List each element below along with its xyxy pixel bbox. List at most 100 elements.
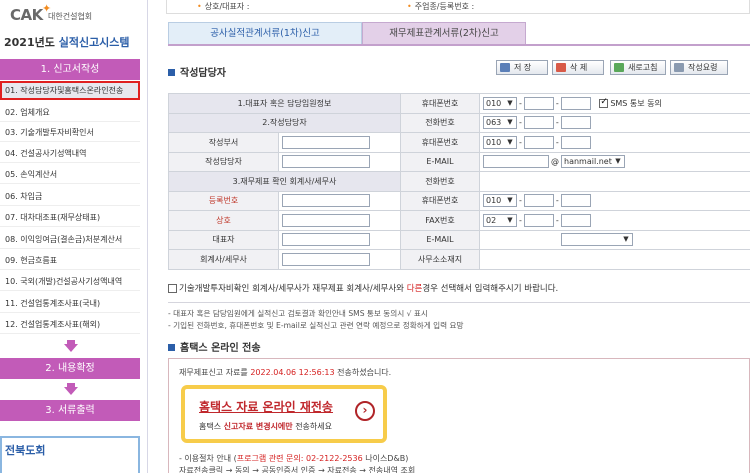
mobile2-mid-input[interactable] (523, 135, 554, 149)
bullet-icon: • (197, 2, 202, 11)
system-title-year: 2021년도 (4, 36, 55, 49)
step-arrow-down-icon (64, 387, 78, 395)
mobile-label: 휴대폰번호 (400, 93, 480, 114)
mobile-prefix-select[interactable]: 010 ▼ (483, 96, 517, 110)
email-id-input[interactable] (483, 155, 549, 169)
table-row: 상호 FAX번호 02 ▼ - - (168, 210, 750, 231)
email3-id-input[interactable] (483, 233, 549, 247)
tab-financial-report[interactable]: 재무제표관계서류(2차)신고 (362, 22, 526, 44)
fax-cell: 02 ▼ - - (479, 210, 750, 231)
mobile3-prefix-select[interactable]: 010 ▼ (483, 194, 517, 208)
regno-input[interactable] (282, 194, 370, 208)
mobile2-label: 휴대폰번호 (400, 132, 480, 153)
fax-mid-input[interactable] (523, 213, 554, 227)
menu-item-cash-flow[interactable]: 09. 현금흐름표 (0, 251, 140, 270)
section-title-writer: 작성담당자 (168, 64, 226, 79)
table-row: 작성부서 휴대폰번호 010 ▼ - - (168, 132, 750, 153)
fax-prefix-select[interactable]: 02 ▼ (483, 213, 517, 227)
row3-label: 3.재무제표 확인 회계사/세무사 (168, 171, 401, 192)
guide-button[interactable]: 작성요령 (670, 60, 728, 75)
ceo-input[interactable] (282, 233, 370, 247)
mobile-mid-input[interactable] (523, 96, 554, 110)
step-write-bar[interactable]: 1. 신고서작성 (0, 59, 140, 80)
tel-label: 전화번호 (400, 112, 480, 133)
resend-title: 홈택스 자료 온라인 재전송 (199, 400, 333, 414)
email3-domain-select[interactable]: ▼ (561, 233, 633, 247)
menu-item-borrowings[interactable]: 06. 차입금 (0, 187, 140, 206)
menu-item-construction-amount[interactable]: 04. 건설공사기성액내역 (0, 144, 140, 163)
mobile-last-input[interactable] (560, 96, 591, 110)
email3-label: E-MAIL (400, 229, 480, 250)
document-icon (674, 63, 684, 72)
chevron-down-icon: ▼ (507, 98, 513, 107)
menu-item-overseas-construction[interactable]: 10. 국외(개발)건설공사기성액내역 (0, 272, 140, 291)
delete-button-label: 삭 제 (570, 63, 588, 72)
step-confirm-label: 2. 내용확정 (45, 363, 95, 374)
writer-form-table: 1.대표자 혹은 담당임원정보 휴대폰번호 010▼-- SMS 통보 동의 2… (168, 93, 750, 270)
tab-construction-report[interactable]: 공사실적관계서류(1차)신고 (168, 22, 362, 44)
mobile3-last-input[interactable] (560, 194, 591, 208)
mobile2-last-input[interactable] (560, 135, 591, 149)
menu-item-company-overview[interactable]: 02. 업체개요 (0, 103, 140, 122)
tel-last-input[interactable] (560, 116, 591, 130)
dash: - (519, 98, 522, 108)
refresh-icon (614, 63, 624, 72)
hometax-resend-button[interactable]: 홈택스 자료 온라인 재전송 홈택스 신고자료 변경시에만 전송하세요 › (181, 385, 387, 443)
step-write-label: 1. 신고서작성 (40, 64, 100, 75)
menu-item-balance-sheet[interactable]: 07. 대차대조표(재무상태표) (0, 208, 140, 227)
sent-prefix: 재무제표신고 자료를 (179, 368, 251, 377)
email-domain-value: hanmail.net (564, 157, 612, 167)
fax-last-input[interactable] (560, 213, 591, 227)
menu-item-retained-earnings[interactable]: 08. 이익잉여금(결손금)처분계산서 (0, 230, 140, 249)
office-label: 사무소소재지 (400, 249, 480, 270)
dash: - (519, 215, 522, 225)
mobile3-prefix-value: 010 (486, 196, 502, 206)
tel3-label: 전화번호 (400, 171, 480, 192)
table-row: 대표자 E-MAIL ▼ (168, 229, 750, 250)
logo[interactable]: CAK ✦ 대한건설협회 (8, 2, 144, 28)
ceo-cell (278, 229, 401, 250)
regno-cell (278, 190, 401, 211)
dept-input[interactable] (282, 135, 370, 149)
mobile2-prefix-select[interactable]: 010 ▼ (483, 135, 517, 149)
save-button[interactable]: 저 장 (496, 60, 548, 75)
logo-mark: CAK (10, 6, 43, 24)
fax-prefix-value: 02 (486, 215, 497, 225)
resend-subtitle: 홈택스 신고자료 변경시에만 전송하세요 (199, 421, 332, 432)
menu-item-income-statement[interactable]: 05. 손익계산서 (0, 165, 140, 184)
office-input[interactable] (483, 252, 703, 266)
menu-item-stats-overseas[interactable]: 12. 건설업통계조사표(해외) (0, 315, 140, 334)
step-confirm-bar[interactable]: 2. 내용확정 (0, 358, 140, 379)
tel-prefix-select[interactable]: 063 ▼ (483, 116, 517, 130)
refresh-button[interactable]: 새로고침 (610, 60, 666, 75)
step-print-bar[interactable]: 3. 서류출력 (0, 400, 140, 421)
chevron-down-icon: ▼ (507, 215, 513, 224)
accountant-input[interactable] (282, 252, 370, 266)
email-cell: @ hanmail.net ▼ (479, 151, 750, 172)
tel-cell: 063 ▼ - - (479, 112, 750, 133)
square-bullet-icon (168, 69, 175, 76)
section-title-hometax: 홈택스 온라인 전송 (168, 339, 261, 354)
row2-label: 2.작성담당자 (168, 112, 401, 133)
hometax-box: 재무제표신고 자료를 2022.04.06 12:56:13 전송하셨습니다. … (168, 358, 750, 473)
resend-sub-a: 홈택스 (199, 422, 224, 431)
table-row: 3.재무제표 확인 회계사/세무사 전화번호 (168, 171, 750, 192)
sms-consent-checkbox[interactable] (599, 97, 609, 108)
mobile3-mid-input[interactable] (523, 194, 554, 208)
tel-mid-input[interactable] (523, 116, 554, 130)
writer-input[interactable] (282, 155, 370, 169)
delete-button[interactable]: 삭 제 (552, 60, 604, 75)
company-name-input[interactable] (282, 213, 370, 227)
notice-part1: 기술개발투자비확인 회계사/세무사가 재무제표 회계사/세무사와 (179, 284, 407, 294)
menu-item-stats-domestic[interactable]: 11. 건설업통계조사표(국내) (0, 294, 140, 313)
trash-icon (556, 63, 566, 72)
email-domain-select[interactable]: hanmail.net ▼ (561, 155, 625, 169)
region-box: 전북도회 (0, 436, 140, 473)
mobile2-prefix-value: 010 (486, 137, 502, 147)
tel3-input[interactable] (483, 174, 549, 188)
menu-item-rnd-investment[interactable]: 03. 기술개발투자비확인서 (0, 123, 140, 142)
accountant-diff-checkbox[interactable] (168, 284, 177, 293)
menu-item-writer[interactable]: 01. 작성담당자및홈택스온라인전송 (0, 81, 140, 100)
dash: - (555, 98, 559, 108)
chevron-right-icon[interactable]: › (355, 401, 375, 421)
